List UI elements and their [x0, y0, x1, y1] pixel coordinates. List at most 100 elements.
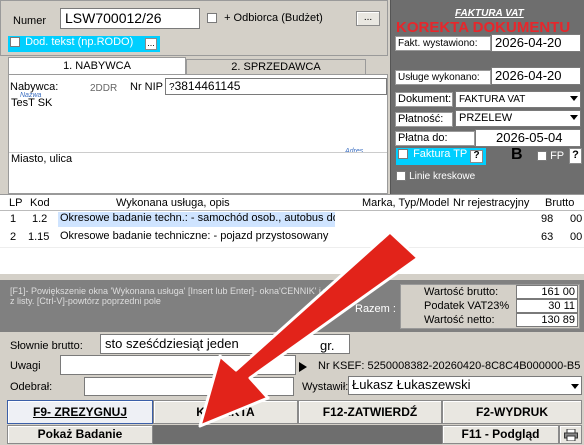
ksef-text: Nr KSEF: 5250008382-20260420-8C8C4B00000…: [318, 360, 581, 372]
faktura-tp-help-button[interactable]: ?: [470, 150, 483, 163]
wystawil-select[interactable]: Łukasz Łukaszewski: [348, 376, 582, 395]
numer-input[interactable]: LSW700012/26: [60, 8, 200, 29]
fp-help-button[interactable]: ?: [569, 148, 582, 164]
invoice-title: FAKTURA VAT: [455, 8, 524, 19]
f11-preview-label: F11 - Podgląd: [461, 427, 540, 441]
platnosc-label: Płatność:: [395, 112, 453, 127]
cell-brutto: 63: [541, 231, 554, 243]
tab-nabywca[interactable]: 1. NABYWCA: [8, 57, 186, 74]
table-header: LP Kod Wykonana usługa, opis Marka, Typ/…: [0, 195, 584, 211]
buyer-address-input[interactable]: Miasto, ulica: [9, 152, 387, 170]
buyer-address-value: Miasto, ulica: [11, 153, 73, 165]
nip-label: Nr NIP: [130, 81, 163, 93]
f11-preview-button[interactable]: F11 - Podgląd: [442, 425, 559, 444]
usluge-date-input[interactable]: 2026-04-20: [491, 67, 581, 85]
linie-toggle[interactable]: Linie kreskowe: [396, 170, 475, 182]
linie-label: Linie kreskowe: [409, 171, 476, 182]
dokument-label: Dokument:: [395, 92, 453, 107]
dokument-select[interactable]: FAKTURA VAT: [455, 91, 581, 108]
uwagi-input[interactable]: [60, 355, 296, 375]
fakt-label-text: Fakt. wystawiono:: [398, 38, 478, 49]
dod-tekst-toggle[interactable]: Dod. tekst (np.RODO) ...: [8, 36, 160, 52]
dod-tekst-button[interactable]: ...: [145, 38, 157, 50]
slownie-input[interactable]: sto sześćdziesiąt jeden: [100, 334, 350, 354]
pokaz-badanie-label: Pokaż Badanie: [37, 427, 123, 441]
tab-sprzedawca[interactable]: 2. SPRZEDAWCA: [186, 59, 366, 75]
fakt-date-input[interactable]: 2026-04-20: [491, 34, 581, 52]
wystawil-value: Łukasz Łukaszewski: [352, 377, 471, 392]
table-row[interactable]: 2 1.15 Okresowe badanie techniczne: - po…: [0, 229, 584, 246]
brutto-label: Wartość brutto:: [424, 286, 499, 298]
faktura-tp-toggle[interactable]: Faktura TP ?: [396, 148, 486, 165]
linie-checkbox[interactable]: [396, 171, 406, 182]
cell-opis-text: Okresowe badanie techn.: - samochód osob…: [60, 212, 335, 224]
platna-date-input[interactable]: 2026-05-04: [475, 129, 581, 147]
platna-label: Płatna do:: [395, 131, 475, 146]
f2-print-button[interactable]: F2-WYDRUK: [442, 400, 582, 424]
odbiorca-checkbox-wrap[interactable]: + Odbiorca (Budżet): [207, 12, 323, 24]
cell-lp: 1: [10, 213, 17, 225]
fakt-label: Fakt. wystawiono:: [395, 36, 491, 51]
platna-label-text: Płatna do:: [398, 132, 448, 144]
korekta-label: KOREKTA: [196, 405, 255, 419]
cell-opis[interactable]: Okresowe badanie techn.: - samochód osob…: [58, 212, 335, 227]
f9-cancel-button[interactable]: F9- ZREZYGNUJ: [7, 400, 153, 424]
dokument-label-text: Dokument:: [398, 93, 452, 105]
odebral-input[interactable]: [84, 377, 294, 396]
tab-nabywca-label: 1. NABYWCA: [63, 60, 131, 72]
nip-value: 3814461145: [174, 79, 241, 93]
pokaz-badanie-button[interactable]: Pokaż Badanie: [7, 425, 153, 444]
platnosc-value: PRZELEW: [459, 112, 513, 124]
platnosc-select[interactable]: PRZELEW: [455, 110, 581, 127]
b-label: B: [511, 146, 523, 163]
fp-toggle[interactable]: FP: [537, 150, 564, 162]
cell-kod: 1.15: [28, 231, 50, 243]
nip-input[interactable]: ?3814461145: [165, 78, 387, 95]
printer-icon: [563, 428, 578, 442]
faktura-tp-label: Faktura TP: [413, 148, 468, 160]
odbiorca-checkbox[interactable]: [207, 13, 217, 24]
f12-confirm-label: F12-ZATWIERDŹ: [322, 405, 418, 419]
numer-label: Numer: [13, 15, 47, 27]
table-row-empty[interactable]: [0, 247, 584, 264]
table-row[interactable]: 1 1.2 Okresowe badanie techn.: - samochó…: [0, 211, 584, 228]
odebral-label: Odebrał:: [10, 381, 53, 393]
odbiorca-button[interactable]: ...: [356, 11, 380, 26]
fp-checkbox[interactable]: [537, 151, 547, 162]
buyer-name-value: TesT SK: [11, 97, 53, 109]
netto-value: 130 89: [516, 313, 578, 327]
col-opis: Wykonana usługa, opis: [116, 197, 230, 209]
col-kod: Kod: [30, 197, 50, 209]
items-table: LP Kod Wykonana usługa, opis Marka, Typ/…: [0, 194, 584, 274]
buyer-name-input[interactable]: TesT SK: [9, 97, 387, 145]
netto-label: Wartość netto:: [424, 314, 495, 326]
status-strip: [153, 425, 442, 444]
chevron-down-icon: [570, 96, 578, 101]
play-icon[interactable]: [299, 362, 307, 372]
slownie-value: sto sześćdziesiąt jeden: [105, 336, 239, 351]
usluge-label: Usługe wykonano:: [395, 70, 491, 85]
vat-value: 30 11: [516, 299, 578, 313]
f12-confirm-button[interactable]: F12-ZATWIERDŹ: [298, 400, 442, 424]
printer-icon-button[interactable]: [559, 425, 582, 444]
odbiorca-label: + Odbiorca (Budżet): [224, 12, 323, 24]
usluge-label-text: Usługe wykonano:: [398, 72, 480, 83]
cell-opis-text: Okresowe badanie techniczne: - pojazd pr…: [60, 230, 329, 242]
cell-opis[interactable]: Okresowe badanie techniczne: - pojazd pr…: [58, 230, 335, 245]
cell-kod: 1.2: [32, 213, 48, 225]
cell-brutto-gr: 00: [570, 213, 583, 225]
korekta-button[interactable]: KOREKTA: [153, 400, 298, 424]
slownie-tail: gr.: [320, 338, 335, 353]
dod-tekst-checkbox[interactable]: [10, 37, 20, 48]
f9-cancel-label: F9- ZREZYGNUJ: [32, 405, 127, 419]
col-lp: LP: [9, 197, 23, 209]
platnosc-label-text: Płatność:: [398, 113, 444, 125]
col-marka: Marka, Typ/Model: [362, 197, 450, 209]
uwagi-label: Uwagi: [10, 360, 41, 372]
info-text: [F1]- Powiększenie okna 'Wykonana usługa…: [10, 286, 348, 306]
faktura-tp-checkbox[interactable]: [398, 149, 408, 160]
buyer-code: 2DDR: [90, 83, 118, 94]
fp-label: FP: [550, 150, 565, 162]
wystawil-label: Wystawił:: [302, 381, 349, 393]
tab-sprzedawca-label: 2. SPRZEDAWCA: [231, 61, 321, 73]
